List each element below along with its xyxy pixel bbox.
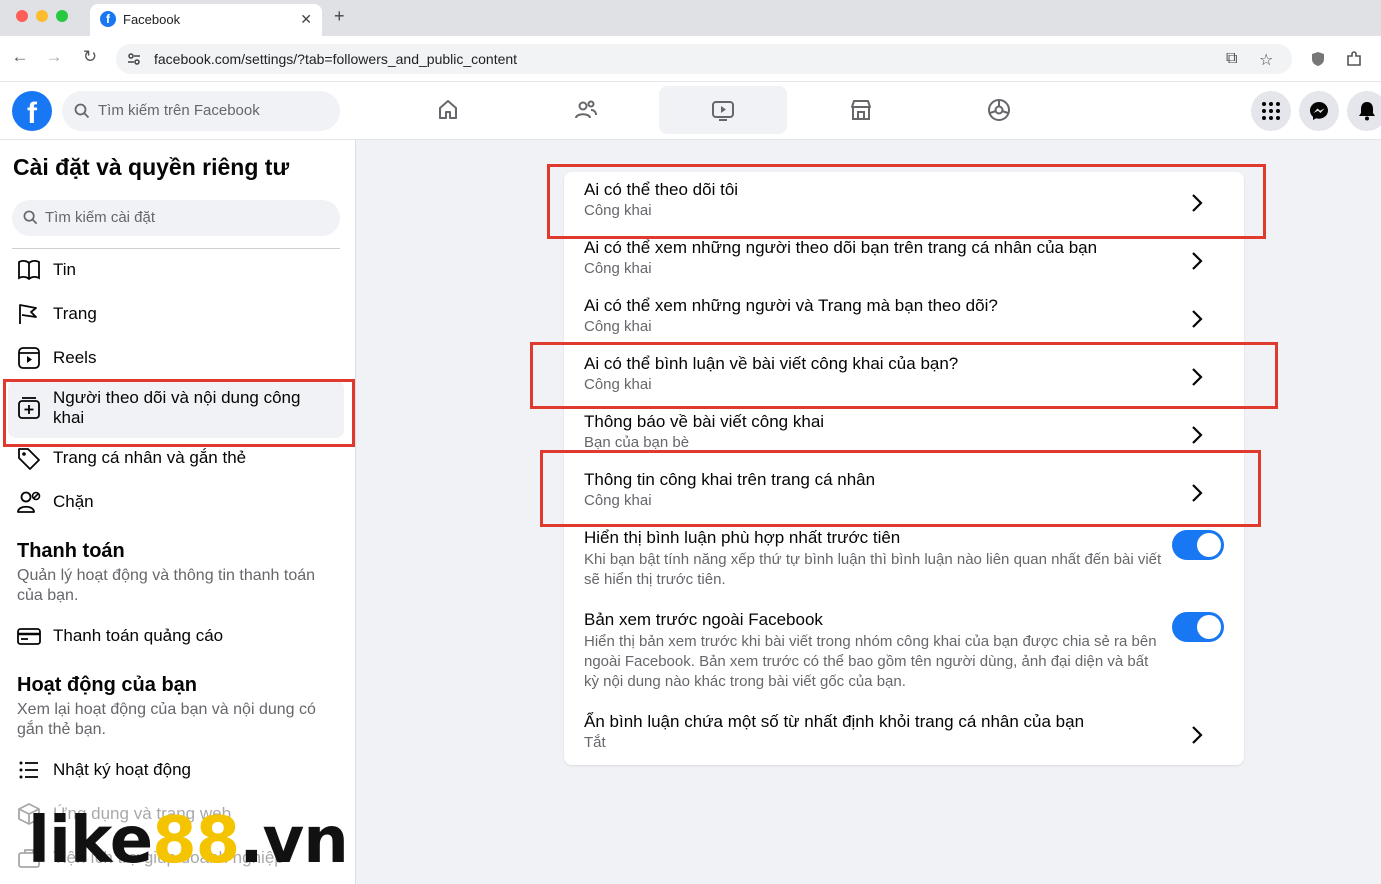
setting-description: Khi bạn bật tính năng xếp thứ tự bình lu…	[584, 551, 1162, 588]
sidebar-item-pages[interactable]: Trang	[8, 292, 344, 336]
off-facebook-previews-toggle[interactable]	[1172, 612, 1224, 642]
sidebar-item-ads-payments[interactable]: Thanh toán quảng cáo	[8, 614, 344, 658]
marketplace-icon	[851, 100, 871, 120]
minimize-window-button[interactable]	[36, 10, 48, 22]
nav-tab-friends[interactable]	[522, 86, 650, 134]
setting-value: Tắt	[584, 734, 606, 751]
sidebar-item-activity-log[interactable]: Nhật ký hoạt động	[8, 748, 344, 792]
sidebar-item-label: Thanh toán quảng cáo	[53, 626, 224, 645]
tab-title: Facebook	[123, 12, 181, 27]
browser-tab-bar: f Facebook ✕ +	[0, 0, 1381, 36]
sidebar-item-blocking[interactable]: Chặn	[8, 480, 344, 524]
sidebar-item-label: Chặn	[53, 492, 94, 511]
messenger-button[interactable]	[1299, 91, 1339, 131]
browser-toolbar: ← → ↻ facebook.com/settings/?tab=followe…	[0, 36, 1381, 82]
bookmark-star-icon[interactable]: ☆	[1259, 50, 1273, 70]
highlight-box-public-profile-info	[540, 450, 1261, 527]
address-bar[interactable]: facebook.com/settings/?tab=followers_and…	[116, 44, 1292, 74]
setting-row-hide-comments-with-words[interactable]: Ẩn bình luận chứa một số từ nhất định kh…	[584, 712, 1224, 756]
search-icon	[74, 103, 90, 119]
highlight-box-public-comments	[530, 342, 1278, 409]
book-icon	[18, 260, 40, 281]
setting-value: Công khai	[584, 318, 652, 335]
flag-icon	[19, 304, 37, 324]
settings-sidebar: Cài đặt và quyền riêng tư Tìm kiếm cài đ…	[0, 140, 356, 884]
setting-title: Ai có thể xem những người và Trang mà bạ…	[584, 296, 998, 315]
sidebar-item-reels[interactable]: Reels	[8, 336, 344, 380]
new-tab-button[interactable]: +	[334, 6, 345, 27]
extensions-puzzle-icon[interactable]	[1345, 50, 1363, 68]
setting-title: Ai có thể xem những người theo dõi bạn t…	[584, 238, 1098, 257]
search-icon	[23, 210, 38, 225]
payments-section-title: Thanh toán	[17, 540, 125, 562]
nav-tab-home[interactable]	[384, 86, 512, 134]
setting-value: Công khai	[584, 260, 652, 277]
chevron-right-icon	[1192, 726, 1203, 744]
setting-row-followers-visibility[interactable]: Ai có thể xem những người theo dõi bạn t…	[584, 238, 1224, 282]
home-icon	[439, 100, 457, 119]
facebook-search-input[interactable]: Tìm kiếm trên Facebook	[62, 91, 340, 131]
setting-row-most-relevant-comments: Hiển thị bình luận phù hợp nhất trước ti…	[584, 528, 1224, 592]
highlight-box-who-can-follow	[547, 164, 1266, 239]
settings-search-input[interactable]: Tìm kiếm cài đặt	[12, 200, 340, 236]
facebook-header: f Tìm kiếm trên Facebook	[0, 82, 1381, 140]
like88-watermark-logo: like88.vn	[28, 804, 349, 878]
sidebar-item-label: Trang cá nhân và gắn thẻ	[53, 448, 247, 467]
tag-icon	[18, 448, 40, 470]
bell-icon	[1359, 102, 1375, 121]
block-user-icon	[17, 491, 41, 513]
forward-icon[interactable]: →	[42, 47, 66, 67]
gaming-icon	[988, 99, 1010, 121]
credit-card-icon	[17, 628, 41, 645]
chevron-right-icon	[1192, 310, 1203, 328]
nav-tab-gaming[interactable]	[935, 86, 1063, 134]
facebook-search-placeholder: Tìm kiếm trên Facebook	[98, 102, 260, 119]
chevron-right-icon	[1192, 426, 1203, 444]
sidebar-item-label: Nhật ký hoạt động	[53, 760, 191, 779]
facebook-favicon-icon: f	[100, 11, 116, 27]
video-icon	[712, 101, 734, 121]
menu-button[interactable]	[1251, 91, 1291, 131]
reels-icon	[18, 347, 40, 369]
shield-extension-icon[interactable]	[1309, 50, 1327, 68]
back-icon[interactable]: ←	[8, 47, 32, 67]
nav-tab-video[interactable]	[659, 86, 787, 134]
site-settings-icon[interactable]	[126, 51, 142, 67]
friends-icon	[575, 100, 597, 119]
menu-grid-icon	[1262, 102, 1280, 120]
sidebar-item-label: Reels	[53, 348, 97, 367]
setting-row-following-visibility[interactable]: Ai có thể xem những người và Trang mà bạ…	[584, 296, 1224, 340]
maximize-window-button[interactable]	[56, 10, 68, 22]
install-app-icon[interactable]: ⧉	[1226, 50, 1237, 68]
page-title: Cài đặt và quyền riêng tư	[13, 154, 290, 180]
sidebar-item-label: Tin	[53, 260, 76, 279]
settings-search-placeholder: Tìm kiếm cài đặt	[45, 209, 156, 226]
browser-tab[interactable]: f Facebook ✕	[90, 4, 322, 36]
activity-section-title: Hoạt động của bạn	[17, 674, 197, 696]
facebook-logo[interactable]: f	[12, 91, 52, 131]
sidebar-item-stories[interactable]: Tin	[8, 248, 344, 292]
messenger-icon	[1310, 102, 1328, 120]
setting-title: Ẩn bình luận chứa một số từ nhất định kh…	[584, 712, 1085, 731]
close-tab-icon[interactable]: ✕	[300, 11, 312, 28]
close-window-button[interactable]	[16, 10, 28, 22]
activity-section-desc: Xem lại hoạt động của bạn và nội dung có…	[17, 701, 316, 738]
nav-tab-marketplace[interactable]	[797, 86, 925, 134]
setting-title: Bản xem trước ngoài Facebook	[584, 610, 823, 629]
payments-section-desc: Quản lý hoạt động và thông tin thanh toá…	[17, 567, 316, 604]
setting-description: Hiển thị bản xem trước khi bài viết tron…	[584, 633, 1157, 690]
reload-icon[interactable]: ↻	[78, 47, 102, 67]
sidebar-item-label: Trang	[53, 304, 97, 323]
most-relevant-comments-toggle[interactable]	[1172, 530, 1224, 560]
chevron-right-icon	[1192, 252, 1203, 270]
setting-title: Hiển thị bình luận phù hợp nhất trước ti…	[584, 528, 901, 547]
url-text: facebook.com/settings/?tab=followers_and…	[154, 51, 518, 67]
list-icon	[19, 761, 38, 779]
highlight-box-sidebar	[3, 379, 355, 447]
notifications-button[interactable]	[1347, 91, 1381, 131]
setting-title: Thông báo về bài viết công khai	[584, 412, 825, 431]
setting-row-off-facebook-previews: Bản xem trước ngoài Facebook Hiển thị bả…	[584, 610, 1224, 694]
